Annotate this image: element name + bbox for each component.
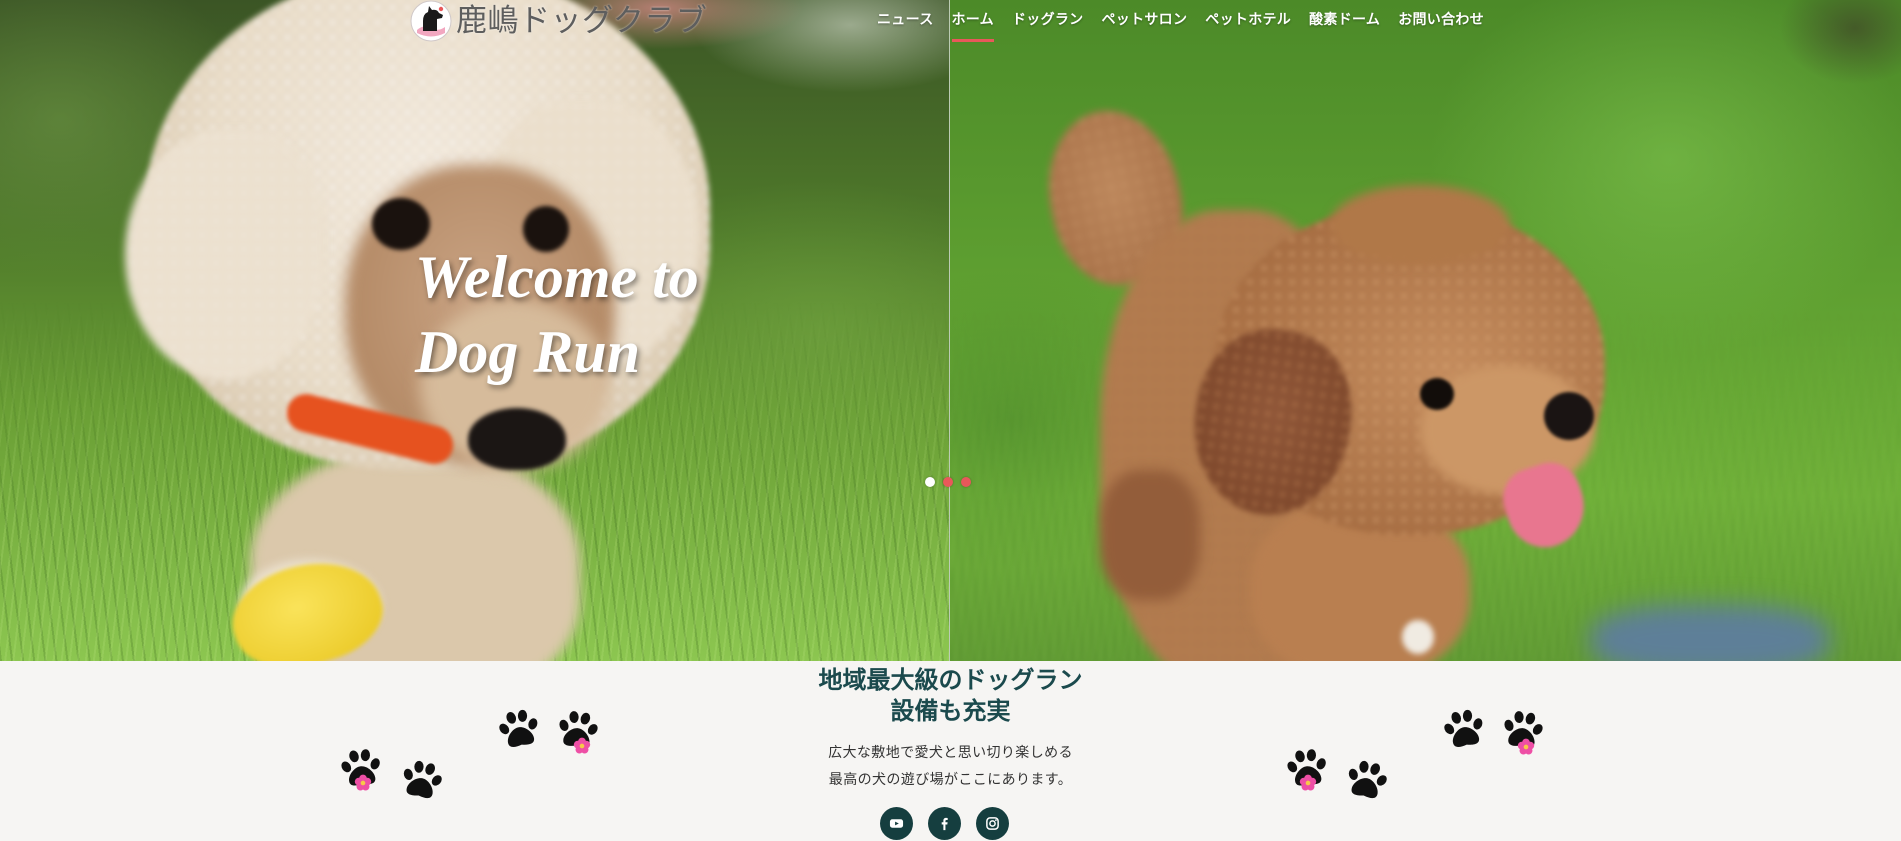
flower-icon (1299, 774, 1317, 792)
social-links (880, 807, 1009, 840)
flower-icon (573, 737, 591, 755)
main-nav: ニュース ホーム ドッグラン ペットサロン ペットホテル 酸素ドーム お問い合わ… (877, 10, 1484, 42)
nav-item-pet-salon[interactable]: ペットサロン (1101, 10, 1187, 42)
photo-dog-nose (1544, 392, 1594, 440)
hero-title: Welcome to Dog Run (415, 240, 699, 390)
instagram-button[interactable] (976, 807, 1009, 840)
intro-text: 広大な敷地で愛犬と思い切り楽しめる 最高の犬の遊び場がここにあります。 (0, 740, 1901, 794)
facebook-button[interactable] (928, 807, 961, 840)
hero-photo-right (950, 0, 1901, 661)
youtube-button[interactable] (880, 807, 913, 840)
nav-item-home[interactable]: ホーム (951, 10, 994, 42)
slider-dot[interactable] (943, 477, 953, 487)
flower-icon (354, 774, 372, 792)
slider-dots (925, 477, 971, 487)
intro-heading-line1: 地域最大級のドッグラン (818, 666, 1083, 694)
photo-dog-white-patch (1402, 620, 1434, 654)
photo-dog-eye (1420, 378, 1454, 410)
instagram-icon (986, 817, 999, 830)
intro-text-line2: 最高の犬の遊び場がここにあります。 (828, 772, 1073, 788)
slider-dot[interactable] (961, 477, 971, 487)
photo-dog-nose (468, 408, 566, 470)
intro-heading: 地域最大級のドッグラン 設備も充実 (0, 665, 1901, 727)
intro-heading-line2: 設備も充実 (890, 697, 1011, 725)
photo-dog-back-leg (1100, 470, 1200, 600)
facebook-icon (941, 817, 948, 831)
nav-item-pet-hotel[interactable]: ペットホテル (1205, 10, 1291, 42)
logo-link[interactable]: 鹿嶋ドッグクラブ (410, 0, 707, 42)
flower-icon (1517, 738, 1535, 756)
nav-item-news[interactable]: ニュース (877, 10, 934, 42)
site-header: 鹿嶋ドッグクラブ ニュース ホーム ドッグラン ペットサロン ペットホテル 酸素… (0, 0, 1901, 48)
youtube-icon (889, 819, 904, 828)
slider-dot[interactable] (925, 477, 935, 487)
logo-text: 鹿嶋ドッグクラブ (456, 3, 708, 39)
nav-item-contact[interactable]: お問い合わせ (1398, 10, 1484, 42)
photo-dog-ear-left (125, 130, 325, 380)
intro-section: 地域最大級のドッグラン 設備も充実 広大な敷地で愛犬と思い切り楽しめる 最高の犬… (0, 661, 1901, 841)
hero-title-line1: Welcome to (415, 244, 699, 310)
hero-slider: Welcome to Dog Run (0, 0, 1901, 661)
nav-item-dog-run[interactable]: ドッグラン (1012, 10, 1084, 42)
photo-dog-head-tuft (1330, 185, 1510, 265)
photo-background-object (1590, 605, 1830, 661)
hero-title-line2: Dog Run (415, 319, 641, 385)
dog-logo-icon (410, 0, 452, 42)
intro-text-line1: 広大な敷地で愛犬と思い切り楽しめる (828, 745, 1073, 761)
nav-item-oxygen-dome[interactable]: 酸素ドーム (1309, 10, 1380, 42)
